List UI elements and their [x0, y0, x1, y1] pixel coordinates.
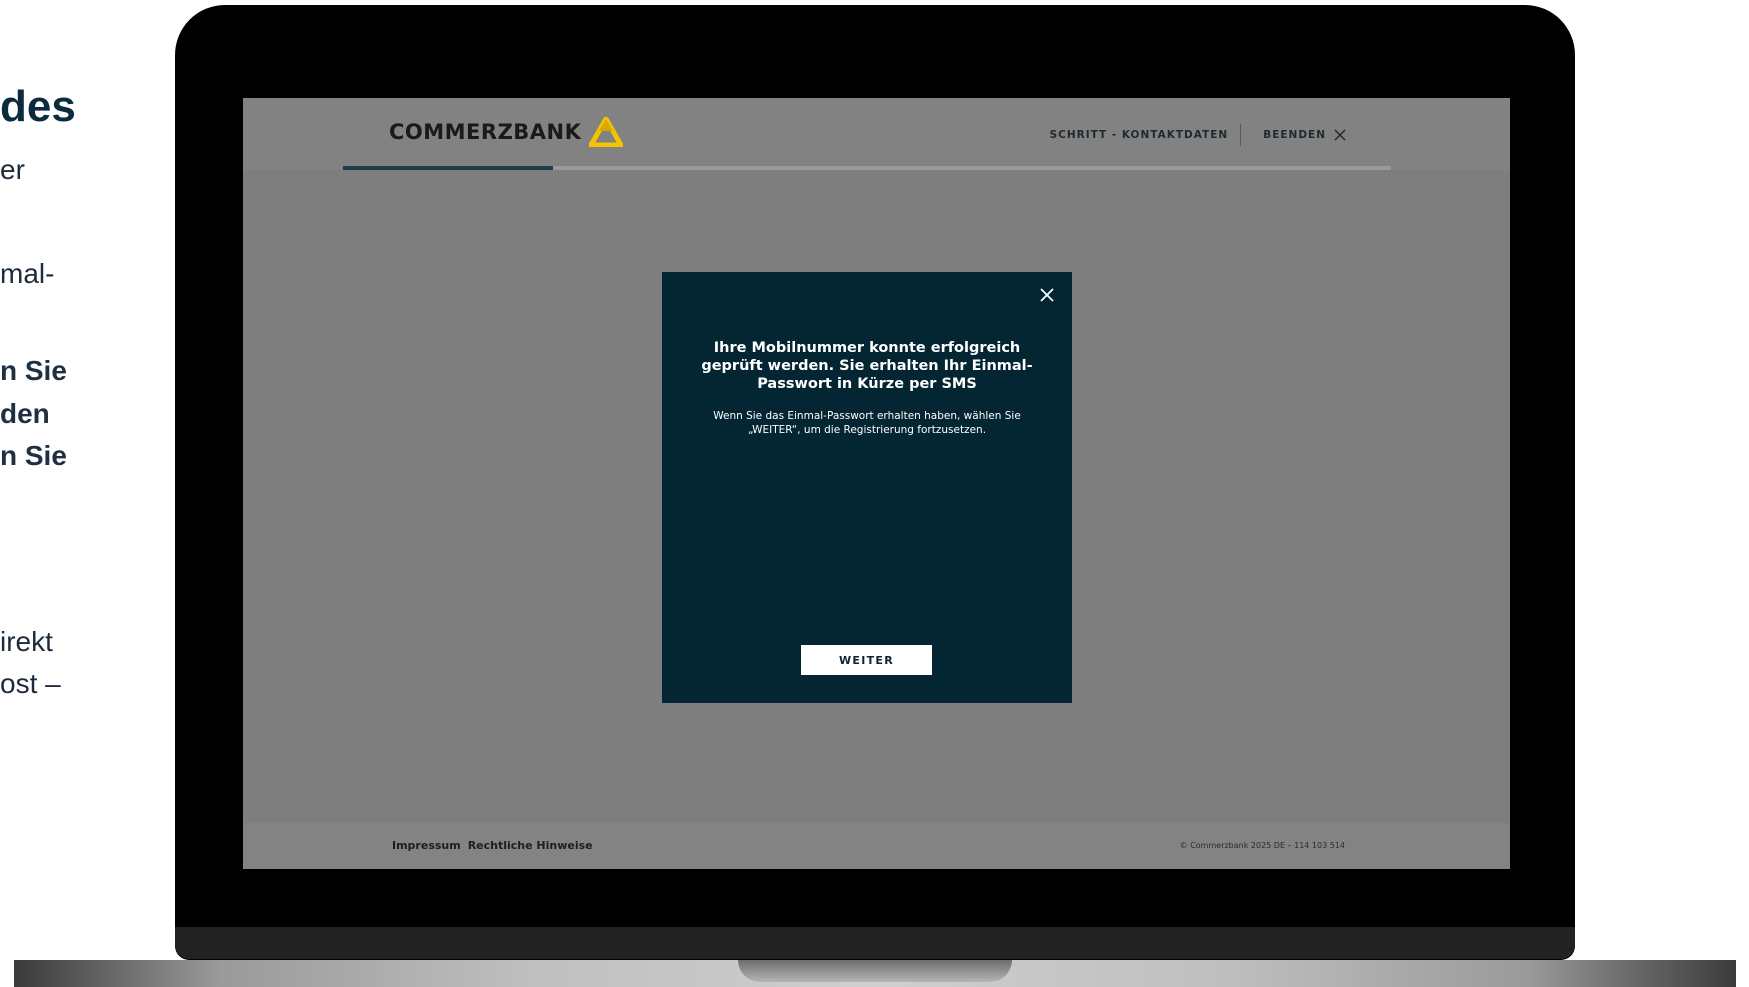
footer-link-legal[interactable]: Rechtliche Hinweise	[468, 839, 593, 852]
header-divider	[1240, 124, 1242, 146]
step-label: SCHRITT - KONTAKTDATEN	[1049, 129, 1229, 141]
page-text-fragment: mal-	[0, 258, 55, 289]
site-footer: Impressum Rechtliche Hinweise © Commerzb…	[243, 823, 1510, 869]
footer-links: Impressum Rechtliche Hinweise	[392, 839, 593, 852]
page-text-fragment: er	[0, 154, 25, 185]
exit-label: BEENDEN	[1263, 129, 1326, 141]
logo-text: COMMERZBANK	[389, 120, 582, 144]
laptop-notch	[738, 960, 1012, 982]
close-icon	[1334, 129, 1346, 141]
confirmation-modal: Ihre Mobilnummer konnte erfolgreich gepr…	[662, 272, 1072, 703]
exit-button[interactable]: BEENDEN	[1263, 129, 1346, 141]
progress-bar-fill	[343, 166, 553, 170]
progress-bar	[343, 166, 1391, 170]
commerzbank-logo[interactable]: COMMERZBANK	[389, 117, 624, 147]
header-actions: SCHRITT - KONTAKTDATEN BEENDEN	[1050, 124, 1346, 146]
page-text-fragment: den	[0, 398, 50, 429]
page-text-fragment: irekt	[0, 626, 53, 657]
logo-ribbon-icon	[589, 117, 624, 147]
page-text-fragment: n Sie	[0, 355, 67, 386]
page-text-fragment: ost –	[0, 668, 61, 699]
page-text-fragment: n Sie	[0, 440, 67, 471]
site-header: COMMERZBANK SCHRITT - KONTAKTDATEN BEEND…	[243, 98, 1510, 170]
page-heading-fragment: des	[0, 82, 76, 131]
footer-link-impressum[interactable]: Impressum	[392, 839, 461, 852]
continue-button[interactable]: WEITER	[801, 645, 932, 675]
modal-title: Ihre Mobilnummer konnte erfolgreich gepr…	[701, 340, 1033, 392]
laptop-screen: COMMERZBANK SCHRITT - KONTAKTDATEN BEEND…	[243, 98, 1510, 869]
copyright-text: © Commerzbank 2025 DE – 114 103 514	[1179, 841, 1345, 850]
modal-body-text: Wenn Sie das Einmal-Passwort erhalten ha…	[713, 410, 1021, 436]
close-icon[interactable]	[1038, 286, 1056, 304]
laptop-chin	[175, 927, 1575, 959]
